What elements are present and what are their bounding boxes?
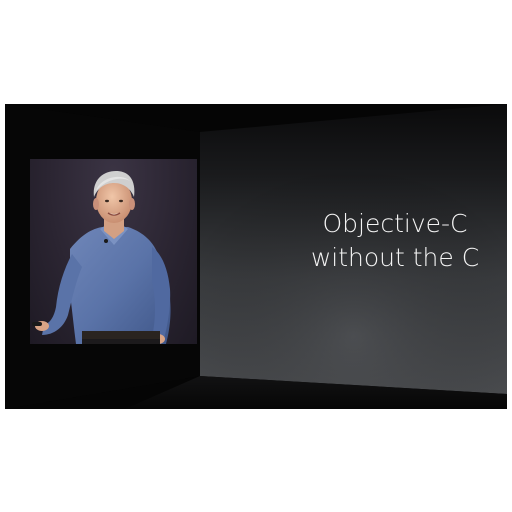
- video-frame: Objective-C without the C: [5, 104, 507, 409]
- slide-title-line-2: without the C: [310, 243, 480, 272]
- presenter-video: [30, 159, 197, 344]
- slide-title-line-1: Objective-C: [322, 209, 468, 238]
- slide-title: Objective-C without the C: [285, 207, 505, 275]
- presenter-figure: [32, 171, 171, 344]
